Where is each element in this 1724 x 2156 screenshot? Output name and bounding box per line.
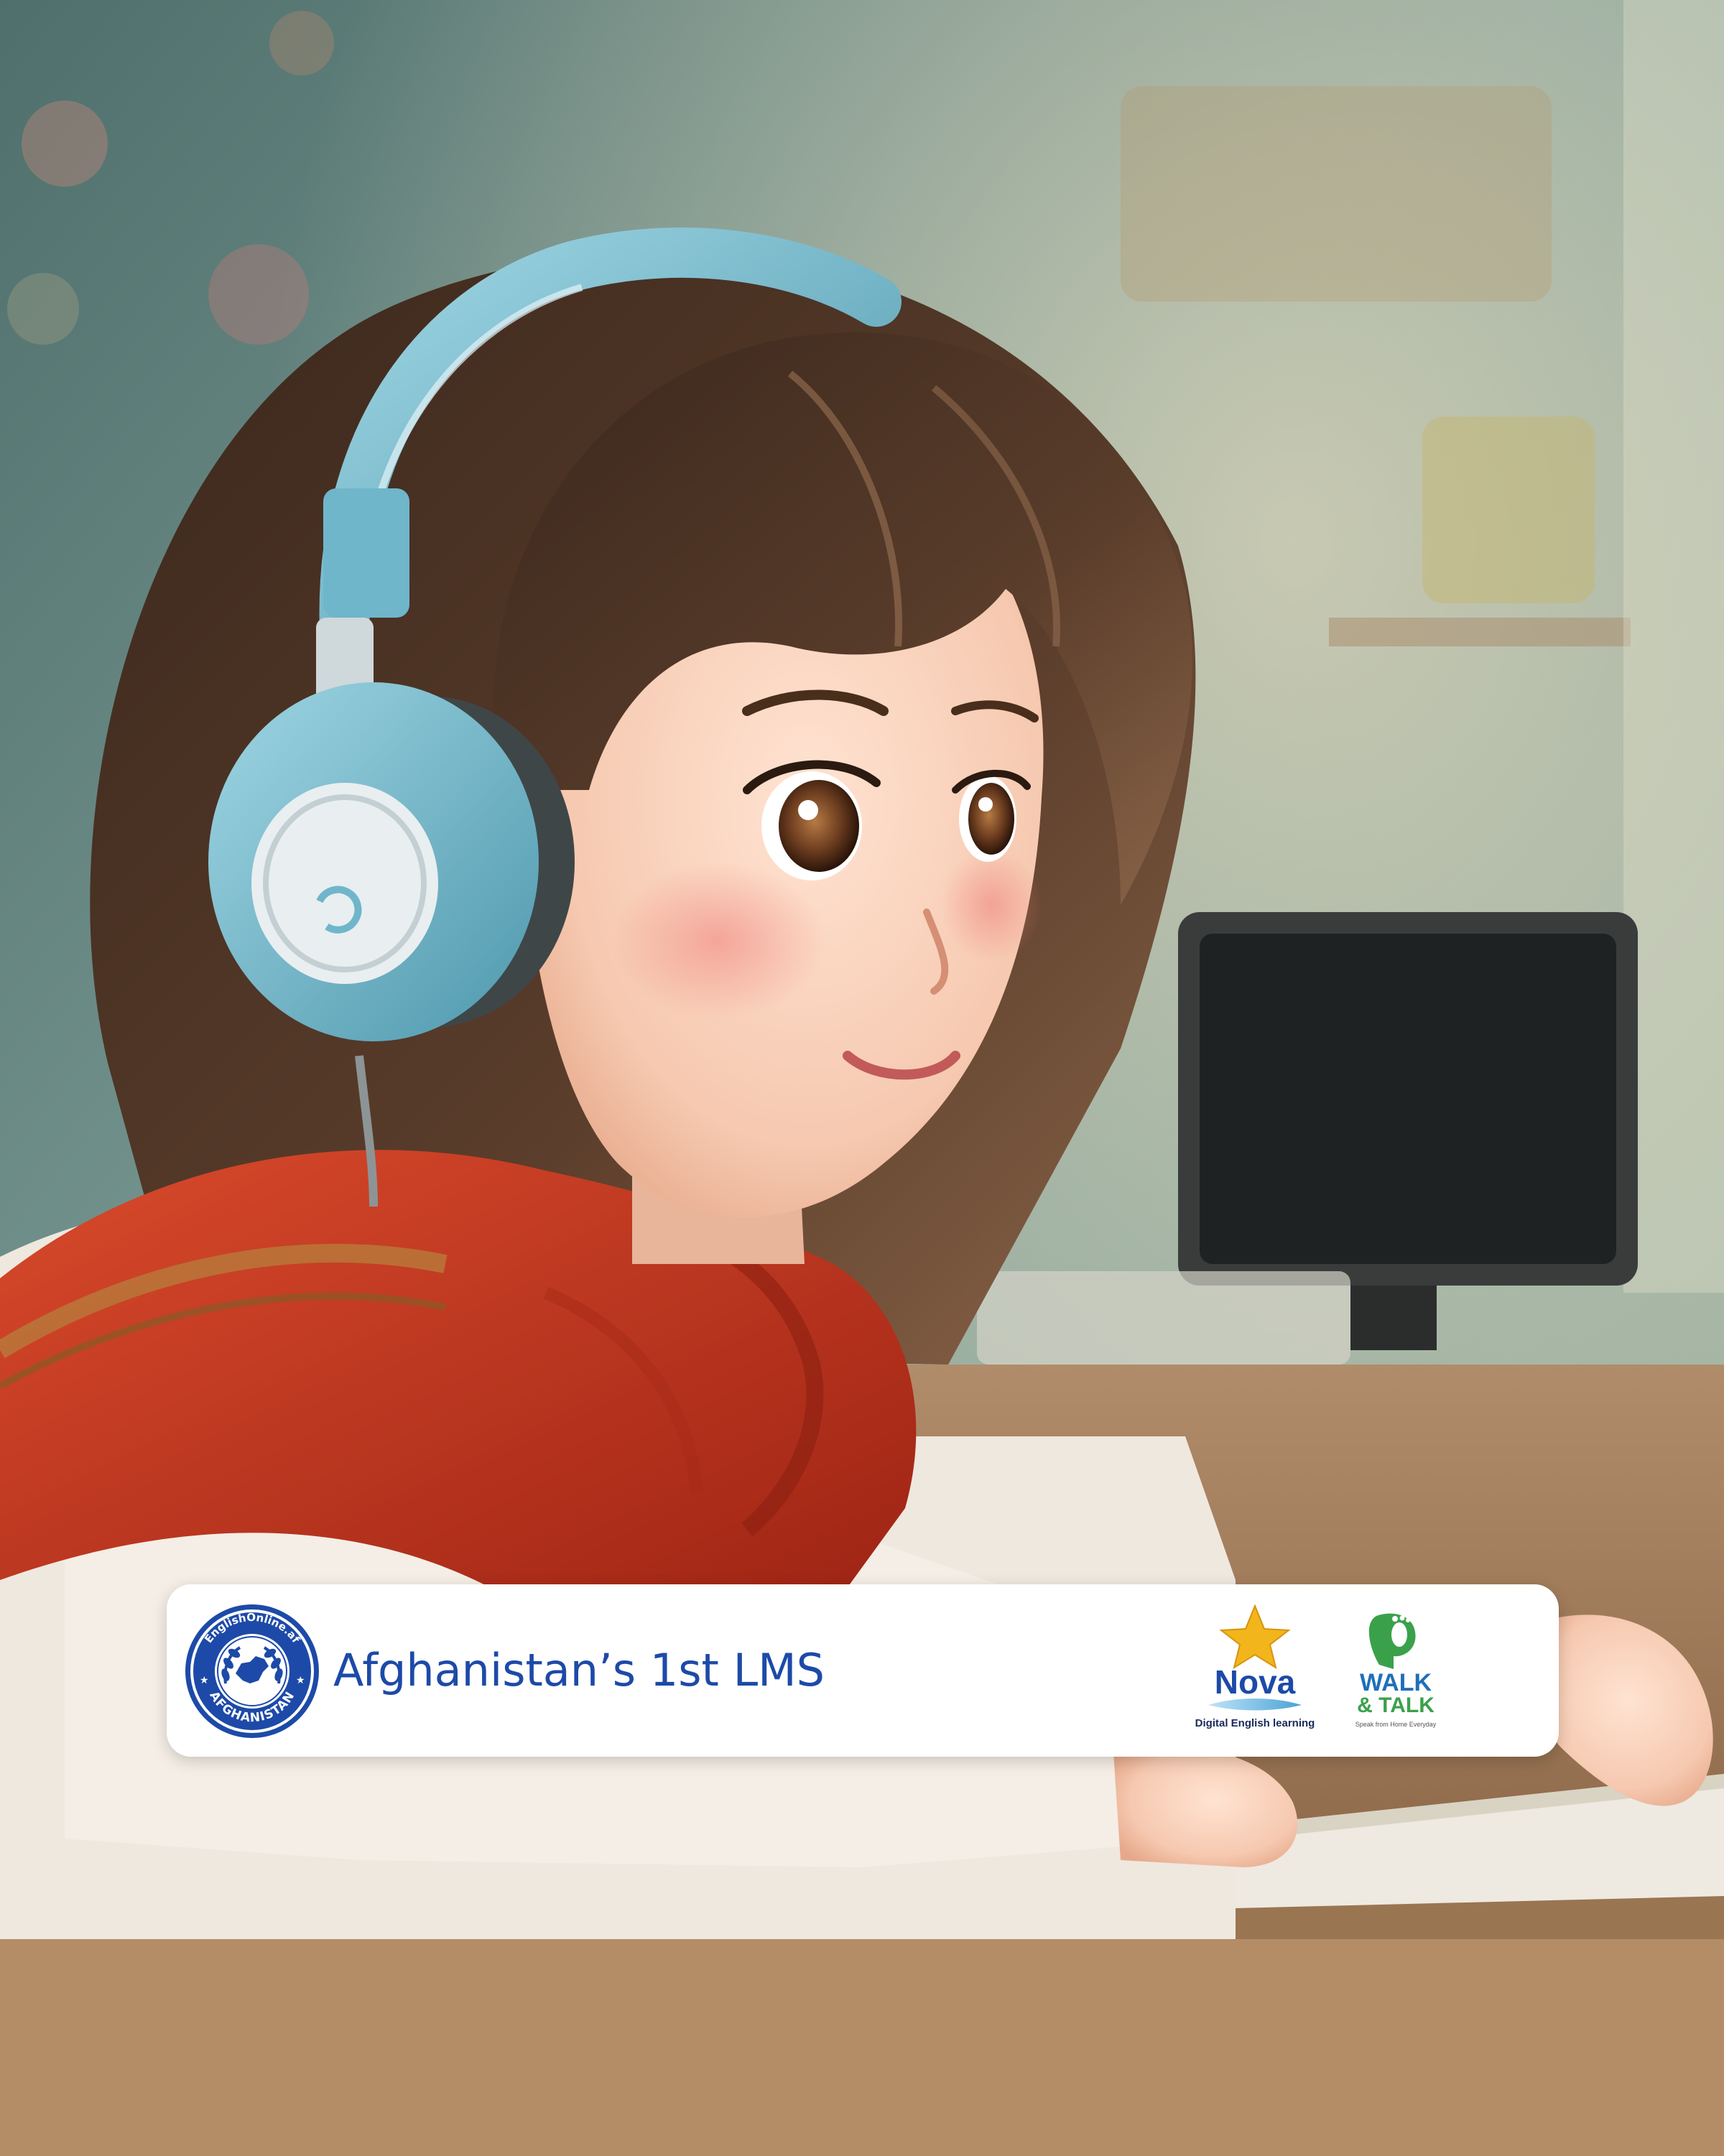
englishonline-seal-logo: EnglishOnline.af AFGHANISTAN ★ ★ [184, 1603, 320, 1739]
walk-tagline: Speak from Home Everyday [1355, 1721, 1437, 1728]
walk-and-talk-logo: WALK & TALK Speak from Home Everyday [1335, 1610, 1457, 1732]
lms-banner: EnglishOnline.af AFGHANISTAN ★ ★ Afghani… [167, 1584, 1559, 1757]
hero-illustration [0, 0, 1724, 2156]
banner-title: Afghanistan’s 1st LMS [333, 1644, 825, 1696]
nova-tagline: Digital English learning [1195, 1717, 1315, 1729]
svg-text:★: ★ [296, 1674, 305, 1686]
walk-name-line1: WALK [1360, 1669, 1432, 1696]
walk-name-line2: & TALK [1357, 1693, 1435, 1717]
nova-logo: Nova Digital English learning [1187, 1604, 1323, 1738]
nova-name: Nova [1215, 1663, 1296, 1701]
svg-text:★: ★ [200, 1674, 209, 1686]
